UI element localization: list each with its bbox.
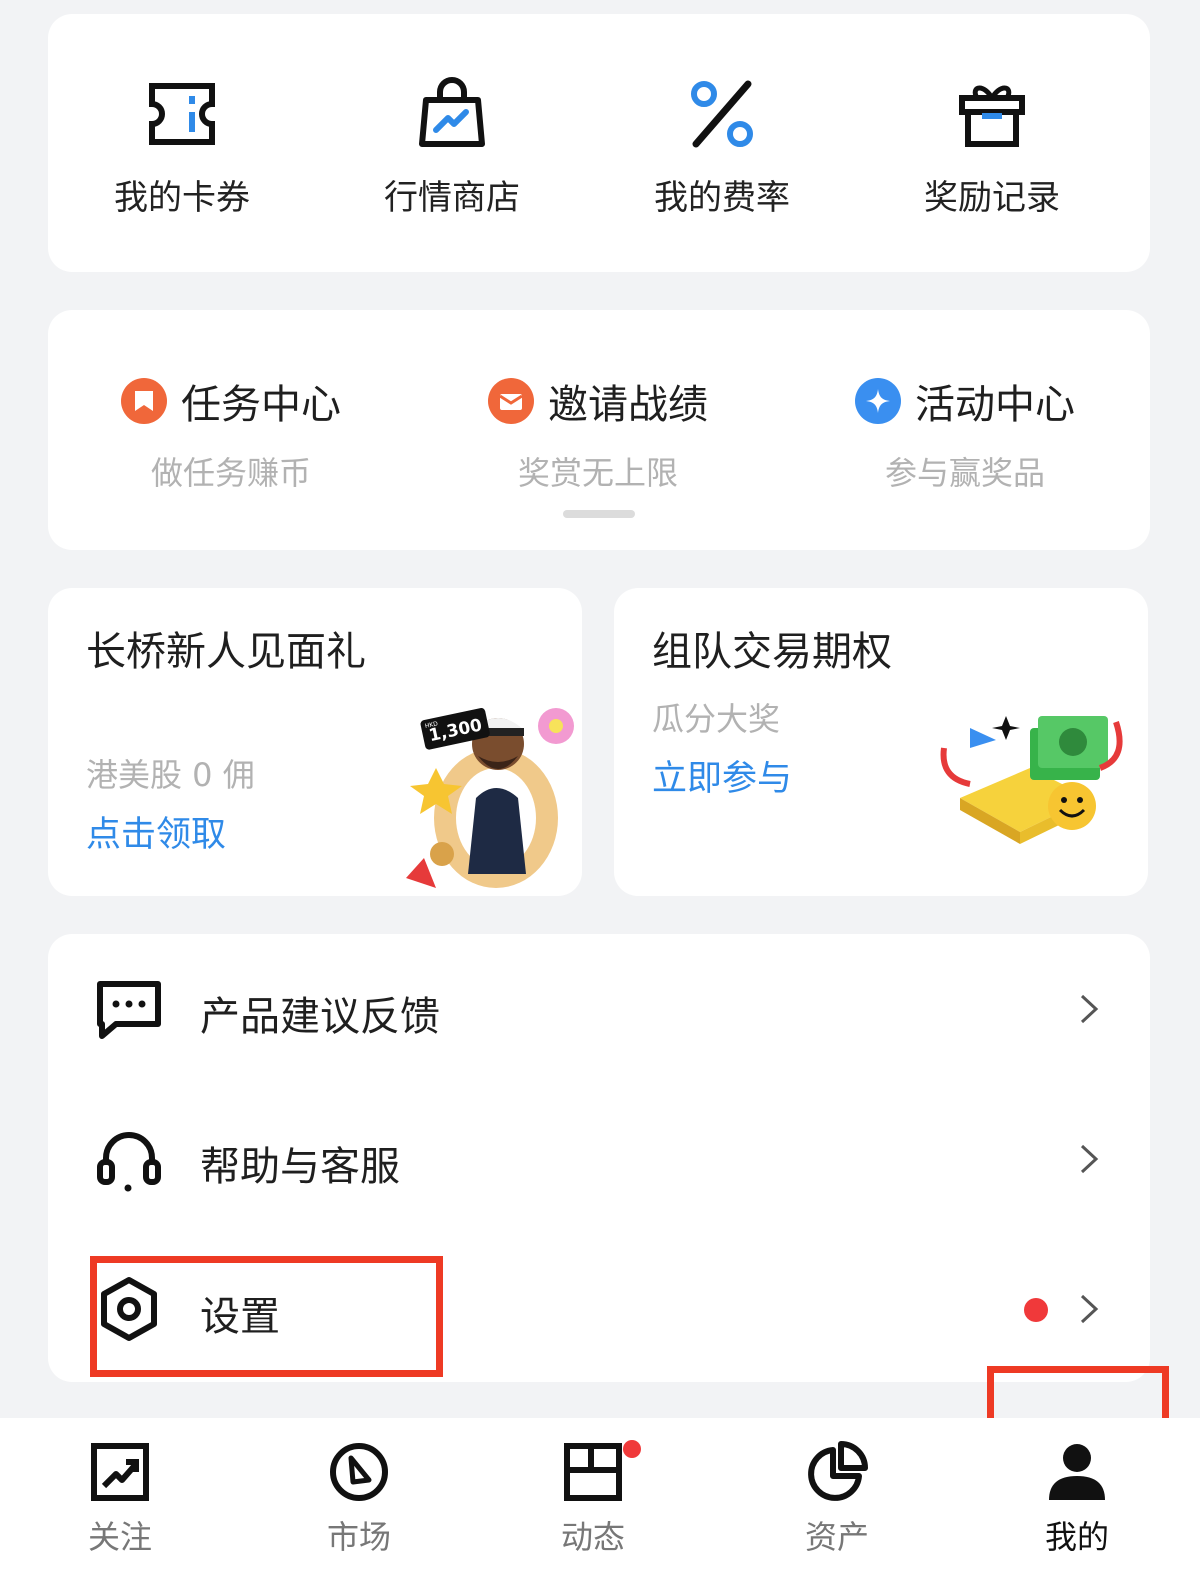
- task-center-card: 任务中心 做任务赚币 邀请战绩 奖赏无上限 活动中心 参与赢奖品: [48, 310, 1150, 550]
- quick-entry-label: 我的费率: [654, 178, 790, 218]
- notification-dot: [623, 1440, 641, 1458]
- notification-dot: [1024, 1298, 1048, 1322]
- task-title: 邀请战绩: [548, 382, 708, 428]
- promo-title: 组队交易期权: [652, 629, 892, 675]
- feed-icon: [564, 1443, 622, 1501]
- tab-label: 动态: [560, 1518, 625, 1556]
- trend-icon: [91, 1443, 149, 1501]
- tab-mine[interactable]: 我的: [997, 1440, 1157, 1570]
- page-indicator: [563, 510, 635, 518]
- quick-entry-my-fees[interactable]: 我的费率: [612, 76, 832, 218]
- claim-link[interactable]: 点击领取: [86, 806, 226, 857]
- captain-illustration: 1,300 HKD: [406, 707, 574, 888]
- pie-chart-icon: [808, 1441, 868, 1501]
- tab-assets[interactable]: 资产: [757, 1440, 917, 1570]
- envelope-icon: [488, 378, 534, 424]
- quick-entry-label: 我的卡券: [114, 178, 250, 218]
- chevron-right-icon: [1080, 1294, 1099, 1324]
- task-title: 活动中心: [915, 382, 1075, 428]
- chevron-right-icon: [1080, 1144, 1099, 1174]
- quick-entry-coupons[interactable]: 我的卡券: [72, 76, 292, 218]
- tab-label: 关注: [87, 1518, 152, 1556]
- menu-item-feedback[interactable]: 产品建议反馈: [48, 934, 1150, 1084]
- invite-record[interactable]: 邀请战绩 奖赏无上限: [433, 372, 763, 492]
- chevron-right-icon: [1080, 994, 1099, 1024]
- bottom-tab-bar: 关注 市场 动态 资产 我的: [0, 1418, 1200, 1572]
- task-title: 任务中心: [181, 382, 341, 428]
- activity-center[interactable]: 活动中心 参与赢奖品: [800, 372, 1130, 492]
- menu-item-label: 帮助与客服: [200, 1144, 400, 1190]
- menu-item-help[interactable]: 帮助与客服: [48, 1084, 1150, 1234]
- tab-watchlist[interactable]: 关注: [40, 1440, 200, 1570]
- promo-subtitle: 瓜分大奖: [652, 700, 781, 738]
- tab-label: 市场: [326, 1518, 391, 1556]
- tab-feed[interactable]: 动态: [513, 1440, 673, 1570]
- promo-title: 长桥新人见面礼: [86, 629, 366, 675]
- task-subtitle: 奖赏无上限: [517, 454, 678, 492]
- tab-label: 资产: [804, 1518, 869, 1556]
- promo-team-options[interactable]: 组队交易期权 瓜分大奖 立即参与: [614, 588, 1148, 896]
- task-subtitle: 参与赢奖品: [884, 454, 1045, 492]
- sparkle-icon: [855, 378, 901, 424]
- gift-icon: [959, 85, 1025, 147]
- settings-highlight-box: [90, 1256, 443, 1377]
- promo-new-user-gift[interactable]: 长桥新人见面礼 港美股 0 佣 点击领取 1,300 HKD: [48, 588, 582, 896]
- money-illustration: [940, 716, 1123, 844]
- compass-icon: [330, 1443, 388, 1501]
- tab-label: 我的: [1044, 1518, 1109, 1556]
- shopping-bag-icon: [419, 77, 485, 147]
- task-center[interactable]: 任务中心 做任务赚币: [66, 372, 396, 492]
- task-subtitle: 做任务赚币: [150, 454, 311, 492]
- feedback-icon: [97, 981, 161, 1039]
- percent-icon: [691, 80, 753, 148]
- quick-entry-reward-records[interactable]: 奖励记录: [882, 76, 1102, 218]
- join-link[interactable]: 立即参与: [652, 750, 792, 801]
- headset-icon: [97, 1132, 161, 1192]
- quick-entries-card: 我的卡券 行情商店 我的费率 奖励记录: [48, 14, 1150, 272]
- quick-entry-market-store[interactable]: 行情商店: [342, 76, 562, 218]
- bookmark-icon: [121, 378, 167, 424]
- promo-subtitle: 港美股 0 佣: [86, 756, 255, 794]
- tab-market[interactable]: 市场: [279, 1440, 439, 1570]
- person-icon: [1049, 1444, 1105, 1500]
- quick-entry-label: 行情商店: [384, 178, 520, 218]
- quick-entry-label: 奖励记录: [924, 178, 1060, 218]
- ticket-icon: [149, 83, 215, 145]
- menu-item-label: 产品建议反馈: [200, 994, 440, 1040]
